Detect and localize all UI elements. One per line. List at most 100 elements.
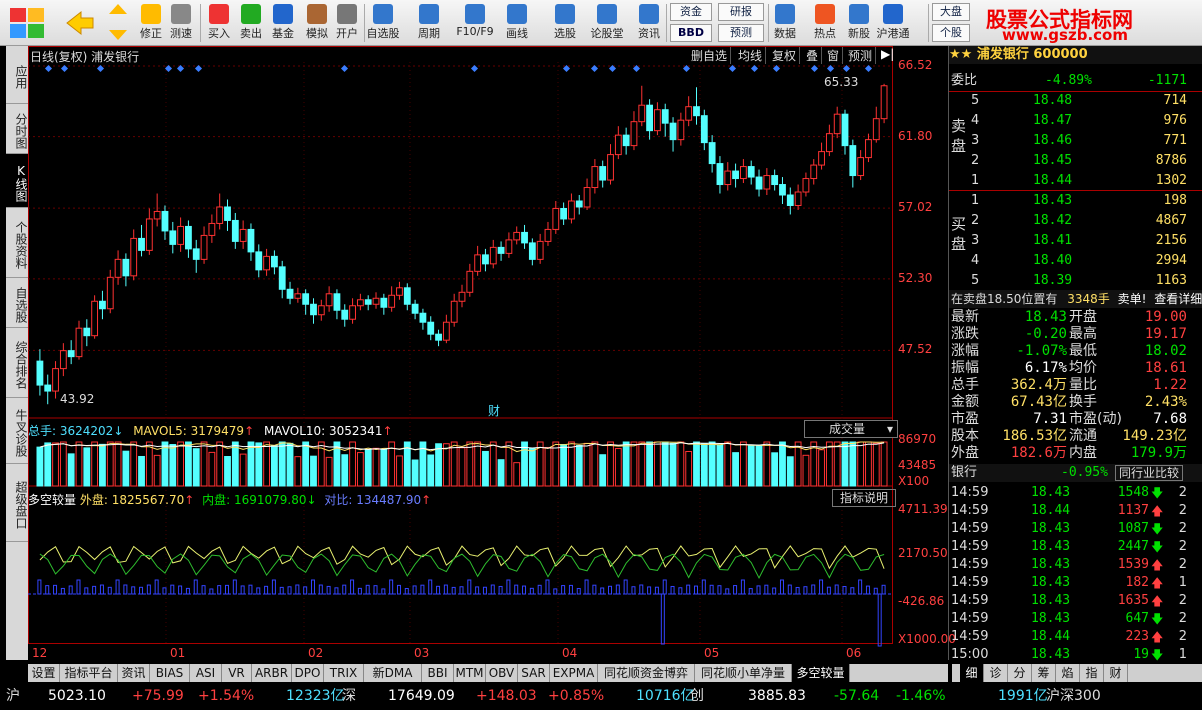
up-down-nav[interactable]	[106, 2, 130, 44]
candle[interactable]	[67, 340, 75, 365]
candle[interactable]	[560, 202, 568, 225]
candle[interactable]	[435, 329, 442, 347]
candle[interactable]	[185, 220, 192, 258]
candle[interactable]	[786, 187, 794, 215]
indicator-tab[interactable]: DPO	[292, 664, 324, 682]
bid-row[interactable]: 5 18.39 1163	[949, 272, 1202, 290]
star-button[interactable]: 自选股	[366, 2, 400, 44]
candle[interactable]	[411, 299, 419, 320]
indicator-tab[interactable]: ARBR	[252, 664, 292, 682]
candle[interactable]	[106, 269, 114, 314]
candle[interactable]	[255, 244, 263, 278]
candle[interactable]	[575, 195, 583, 215]
period-button[interactable]: 周期	[412, 2, 446, 44]
candle[interactable]	[489, 239, 497, 269]
left-tab-0[interactable]: 应用	[6, 46, 28, 104]
indicator-tab[interactable]: 同花顺小单净量	[695, 664, 792, 682]
candle[interactable]	[825, 124, 833, 157]
volume-indicator-select[interactable]: 成交量 ▾	[804, 420, 898, 438]
chart-menu-item[interactable]: 窗	[824, 47, 844, 64]
candle[interactable]	[755, 169, 763, 197]
view-detail-link[interactable]: 查看详细	[1154, 292, 1202, 306]
candle[interactable]	[693, 87, 700, 125]
indicator-tab[interactable]: BBI	[422, 664, 454, 682]
candle[interactable]	[325, 286, 333, 312]
candle[interactable]	[403, 283, 411, 311]
candle[interactable]	[865, 133, 872, 163]
candle[interactable]	[130, 229, 138, 281]
candle[interactable]	[833, 106, 841, 139]
candle[interactable]	[521, 224, 528, 249]
indicator-tab[interactable]: 同花顺资金博弈	[598, 664, 695, 682]
bid-row[interactable]: 3 18.41 2156	[949, 232, 1202, 250]
candle[interactable]	[44, 374, 52, 405]
candle[interactable]	[857, 150, 865, 181]
candle[interactable]	[349, 298, 356, 324]
candle[interactable]	[278, 260, 286, 299]
candle[interactable]	[317, 299, 325, 321]
indicator-tab[interactable]: 资讯	[118, 664, 150, 682]
sell-button[interactable]: 卖出	[234, 2, 268, 44]
candle[interactable]	[646, 99, 654, 140]
candle[interactable]	[333, 289, 341, 320]
left-tab-1[interactable]: 分时图	[6, 104, 28, 154]
fund-button[interactable]: 基金	[266, 2, 300, 44]
indicator-tab[interactable]: ASI	[190, 664, 222, 682]
candle[interactable]	[779, 177, 786, 204]
candle[interactable]	[708, 135, 716, 173]
hk-button[interactable]: 沪港通	[876, 2, 910, 44]
candle[interactable]	[841, 109, 849, 155]
ask-row[interactable]: 3 18.46 771	[949, 132, 1202, 150]
left-tab-4[interactable]: 自选股	[6, 278, 28, 328]
candle[interactable]	[880, 83, 888, 124]
indicator-tab[interactable]: 多空较量	[792, 664, 850, 682]
candle[interactable]	[458, 284, 466, 308]
candle[interactable]	[177, 217, 185, 252]
candle[interactable]	[442, 314, 450, 344]
candle[interactable]	[145, 208, 153, 255]
news-button[interactable]: 资讯	[632, 2, 666, 44]
candle[interactable]	[482, 248, 489, 272]
candle[interactable]	[270, 250, 278, 275]
ask-row[interactable]: 5 18.48 714	[949, 92, 1202, 110]
candle[interactable]	[396, 281, 403, 300]
candle[interactable]	[36, 349, 44, 396]
candle[interactable]	[716, 156, 724, 194]
forum-button[interactable]: 论股堂	[590, 2, 624, 44]
candle[interactable]	[161, 205, 169, 240]
indicator-tab[interactable]: SAR	[518, 664, 550, 682]
ask-row[interactable]: 2 18.45 8786	[949, 152, 1202, 170]
candle[interactable]	[192, 239, 200, 273]
right-tab[interactable]: 细	[960, 664, 984, 682]
lock-button[interactable]: 开户	[330, 2, 364, 44]
candle[interactable]	[427, 316, 435, 341]
candle[interactable]	[622, 127, 630, 155]
bbd-button[interactable]: BBD	[670, 24, 712, 42]
candle[interactable]	[419, 308, 427, 330]
candle[interactable]	[59, 343, 67, 377]
candle[interactable]	[341, 304, 349, 327]
candle[interactable]	[802, 172, 810, 197]
candle[interactable]	[607, 144, 614, 185]
right-tab[interactable]: 焰	[1056, 664, 1080, 682]
ask-row[interactable]: 1 18.44 1302	[949, 172, 1202, 190]
candle[interactable]	[466, 263, 474, 297]
left-tab-2[interactable]: K线图	[6, 154, 28, 208]
candle[interactable]	[700, 109, 708, 151]
candle[interactable]	[654, 102, 661, 136]
candle[interactable]	[732, 163, 739, 188]
candle[interactable]	[200, 226, 208, 264]
candle[interactable]	[474, 245, 482, 276]
candle[interactable]	[138, 224, 145, 257]
ask-row[interactable]: 4 18.47 976	[949, 112, 1202, 130]
candle[interactable]	[505, 232, 513, 258]
right-tab[interactable]: 诊	[984, 664, 1008, 682]
kline-chart-svg[interactable]	[28, 46, 948, 660]
hammer-button[interactable]: 模拟	[300, 2, 334, 44]
industry-compare-button[interactable]: 同行业比较	[1115, 465, 1183, 481]
candle[interactable]	[669, 117, 677, 152]
candle[interactable]	[677, 112, 685, 146]
forecast-button[interactable]: 预测	[718, 24, 764, 42]
single-stock-button[interactable]: 个股	[932, 24, 970, 42]
candle[interactable]	[122, 253, 130, 287]
